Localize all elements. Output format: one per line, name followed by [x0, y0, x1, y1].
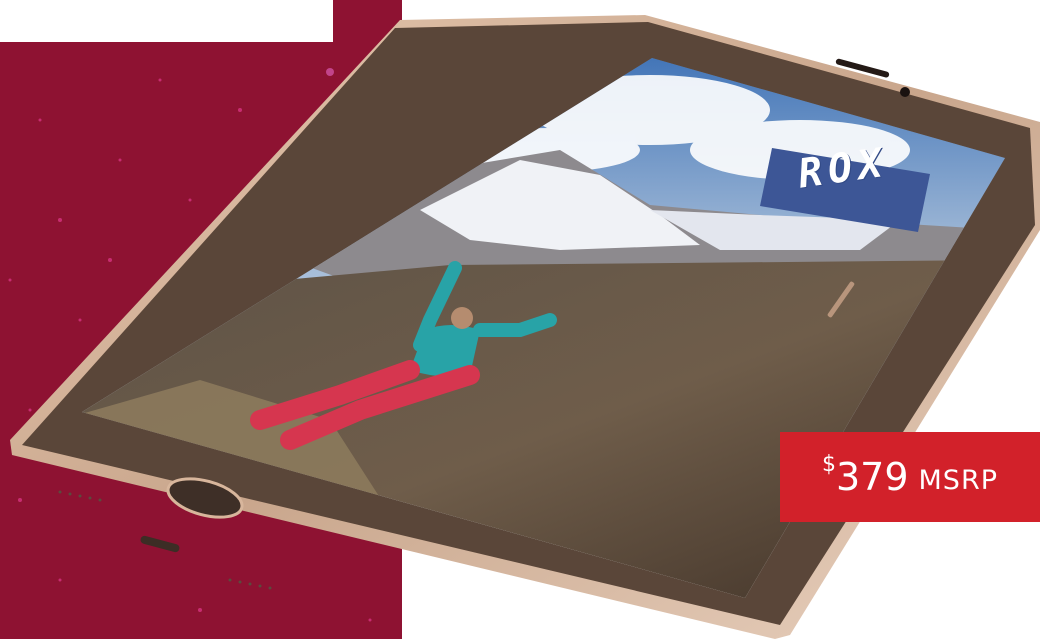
front-camera-icon — [900, 87, 910, 97]
price-tag: $ 379 MSRP — [780, 432, 1040, 522]
price-amount: 379 — [835, 455, 909, 499]
product-scene — [0, 0, 1040, 639]
price-currency: $ — [821, 452, 836, 477]
price-suffix: MSRP — [918, 464, 998, 496]
